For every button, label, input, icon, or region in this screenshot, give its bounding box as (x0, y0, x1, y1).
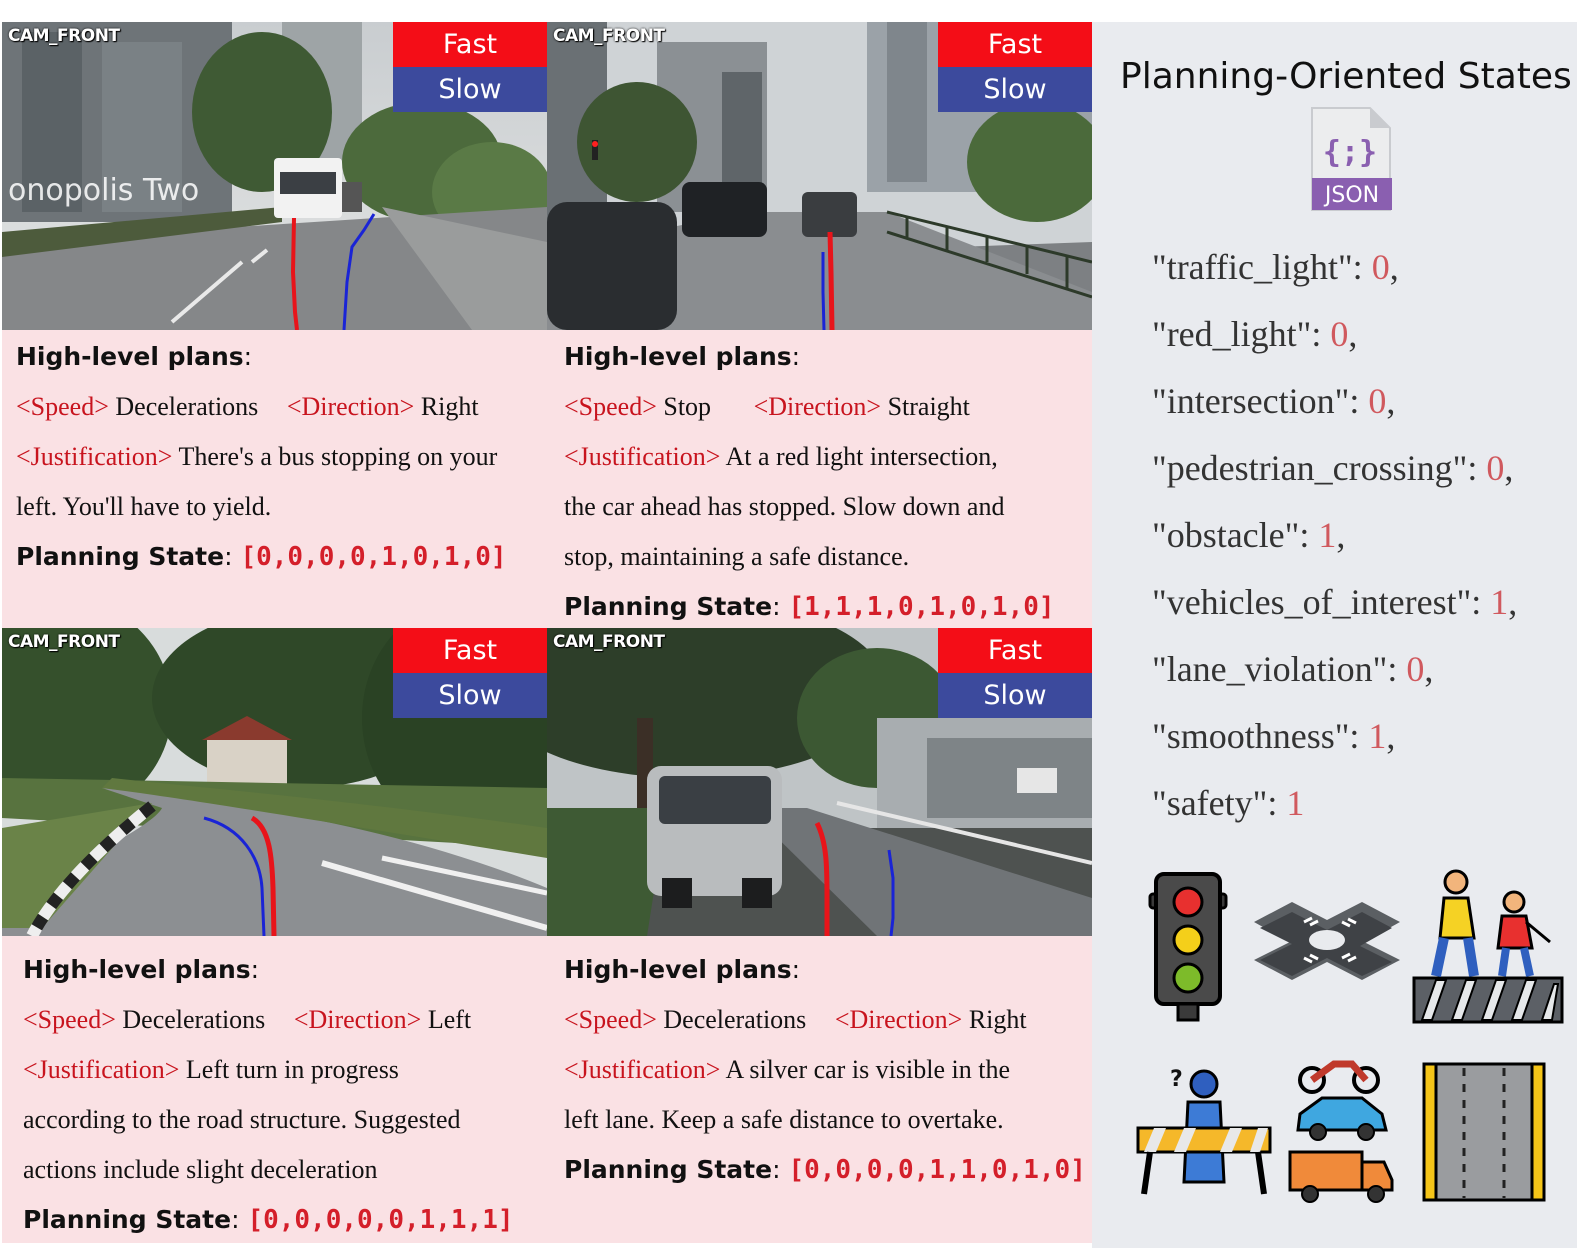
states-list: "traffic_light": 0, "red_light": 0, "int… (1152, 234, 1517, 837)
legend-slow: Slow (393, 67, 547, 112)
state-item: "red_light": 0, (1152, 314, 1358, 354)
state-item: "smoothness": 1, (1152, 716, 1396, 756)
legend-slow: Slow (938, 67, 1092, 112)
direction-tag: <Direction> (286, 392, 415, 421)
camera-label: CAM_FRONT (8, 26, 120, 46)
justification-line: A silver car is visible in the (725, 1055, 1011, 1084)
planning-state-label: Planning State (564, 1155, 773, 1184)
speed-value: Decelerations (122, 1005, 266, 1034)
plan-text-3: High-level plans: <Speed> Decelerations … (23, 955, 514, 1235)
plans-heading: High-level plans (23, 955, 251, 984)
justification-tag: <Justification> (16, 442, 173, 471)
legend-slow: Slow (938, 673, 1092, 718)
speed-value: Decelerations (663, 1005, 807, 1034)
state-item: "obstacle": 1, (1152, 515, 1346, 555)
speed-legend: Fast Slow (938, 22, 1092, 112)
speed-tag: <Speed> (564, 392, 657, 421)
speed-tag: <Speed> (16, 392, 109, 421)
justification-tag: <Justification> (23, 1055, 180, 1084)
json-glyph: {;} (1323, 135, 1377, 170)
legend-fast: Fast (393, 628, 547, 673)
justification-tag: <Justification> (564, 442, 721, 471)
legend-fast: Fast (393, 22, 547, 67)
camera-image-3: CAM_FRONT Fast Slow (2, 628, 547, 936)
legend-fast: Fast (938, 22, 1092, 67)
plan-text-2: High-level plans: <Speed> Stop <Directio… (564, 342, 1055, 622)
planning-state-value: [0,0,0,0,1,0,1,0] (240, 542, 507, 572)
json-file-icon: {;} JSON (1310, 106, 1392, 217)
planning-state-label: Planning State (16, 542, 225, 571)
planning-state-value: [0,0,0,0,0,1,1,1] (247, 1205, 514, 1235)
justification-line: according to the road structure. Suggest… (23, 1105, 461, 1134)
state-item: "vehicles_of_interest": 1, (1152, 582, 1518, 622)
state-item: "intersection": 0, (1152, 381, 1396, 421)
justification-line: stop, maintaining a safe distance. (564, 542, 910, 571)
justification-line: At a red light intersection, (725, 442, 998, 471)
camera-label: CAM_FRONT (553, 632, 665, 652)
obstacle-icon: ? (1136, 1067, 1272, 1195)
planning-state-label: Planning State (564, 592, 773, 621)
state-item: "lane_violation": 0, (1152, 649, 1434, 689)
camera-label: CAM_FRONT (8, 632, 120, 652)
speed-legend: Fast Slow (393, 628, 547, 718)
speed-value: Stop (663, 392, 712, 421)
state-item: "traffic_light": 0, (1152, 247, 1399, 287)
direction-value: Right (420, 392, 479, 421)
speed-tag: <Speed> (564, 1005, 657, 1034)
scenario-panel-3: CAM_FRONT Fast Slow High-level plans: <S… (2, 628, 547, 1243)
plans-heading: High-level plans (564, 955, 792, 984)
justification-tag: <Justification> (564, 1055, 721, 1084)
json-badge: JSON (1323, 183, 1379, 208)
planning-state-value: [1,1,1,0,1,0,1,0] (788, 592, 1055, 622)
direction-value: Left (427, 1005, 472, 1034)
speed-legend: Fast Slow (938, 628, 1092, 718)
justification-line: left. You'll have to yield. (16, 492, 272, 521)
intersection-icon (1254, 902, 1400, 980)
state-item: "pedestrian_crossing": 0, (1152, 448, 1514, 488)
states-title: Planning-Oriented States (1120, 56, 1572, 97)
justification-line: actions include slight deceleration (23, 1155, 378, 1184)
camera-image-1: onopolis Two CAM_FRONT Fast Slow (2, 22, 547, 330)
camera-image-2: CAM_FRONT Fast Slow (547, 22, 1092, 330)
justification-line: There's a bus stopping on your (178, 442, 498, 471)
legend-slow: Slow (393, 673, 547, 718)
direction-tag: <Direction> (293, 1005, 422, 1034)
camera-image-4: CAM_FRONT Fast Slow (547, 628, 1092, 936)
justification-line: Left turn in progress (185, 1055, 399, 1084)
direction-value: Right (968, 1005, 1027, 1034)
speed-tag: <Speed> (23, 1005, 116, 1034)
speed-value: Decelerations (115, 392, 259, 421)
pedestrian-crossing-icon (1412, 869, 1564, 1024)
speed-legend: Fast Slow (393, 22, 547, 112)
state-item: "safety": 1 (1152, 783, 1305, 823)
direction-tag: <Direction> (834, 1005, 963, 1034)
legend-fast: Fast (938, 628, 1092, 673)
scene-sign-text: onopolis Two (8, 173, 199, 208)
svg-text:?: ? (1170, 1067, 1183, 1092)
camera-label: CAM_FRONT (553, 26, 665, 46)
scenario-panel-4: CAM_FRONT Fast Slow High-level plans: <S… (547, 628, 1092, 1243)
traffic-light-icon (1148, 872, 1228, 1022)
direction-value: Straight (887, 392, 970, 421)
vehicles-icon (1288, 1060, 1394, 1203)
planning-state-value: [0,0,0,0,1,1,0,1,0] (788, 1155, 1086, 1185)
lane-icon (1422, 1062, 1546, 1202)
scenario-panel-2: CAM_FRONT Fast Slow High-level plans: <S… (547, 22, 1092, 628)
plans-heading: High-level plans (564, 342, 792, 371)
direction-tag: <Direction> (753, 392, 882, 421)
justification-line: the car ahead has stopped. Slow down and (564, 492, 1005, 521)
justification-line: left lane. Keep a safe distance to overt… (564, 1105, 1004, 1134)
plan-text-4: High-level plans: <Speed> Decelerations … (564, 955, 1086, 1185)
plans-heading: High-level plans (16, 342, 244, 371)
plan-text-1: High-level plans: <Speed> Decelerations … (16, 342, 507, 572)
planning-states-panel: Planning-Oriented States {;} JSON "traff… (1092, 22, 1577, 1248)
planning-state-label: Planning State (23, 1205, 232, 1234)
scenario-panel-1: onopolis Two CAM_FRONT Fast Slow High-le… (2, 22, 547, 628)
